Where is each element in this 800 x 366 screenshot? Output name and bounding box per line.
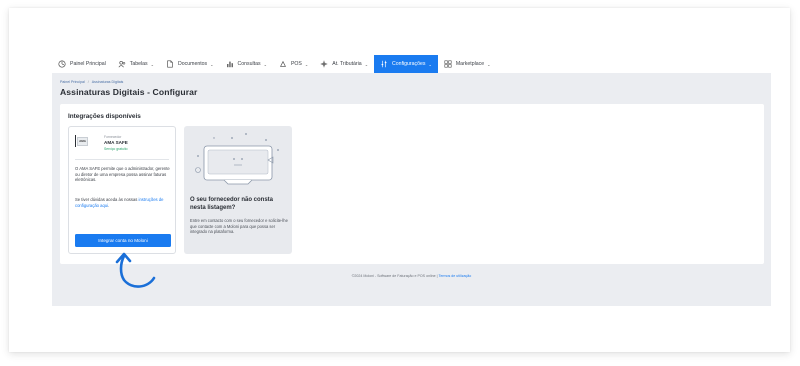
users-icon (118, 60, 126, 68)
chevron-down-icon: ⌄ (263, 61, 267, 67)
nav-item-marketplace[interactable]: Marketplace ⌄ (438, 55, 497, 73)
tax-authority-icon (320, 60, 328, 68)
grid-icon (444, 60, 452, 68)
chevron-down-icon: ⌄ (487, 61, 491, 67)
breadcrumb-home-link[interactable]: Painel Principal (60, 80, 85, 84)
top-navigation: Painel Principal Tabelas ⌄ Documentos ⌄ … (52, 55, 771, 73)
bar-chart-icon (226, 60, 234, 68)
provider-logo: AMA (75, 135, 89, 147)
missing-provider-text: Entre em contacto com o seu fornecedor e… (190, 218, 288, 235)
chevron-down-icon: ⌄ (150, 61, 155, 67)
help-suffix: . (108, 202, 110, 208)
breadcrumb-separator: / (87, 80, 89, 84)
divider (75, 159, 169, 160)
provider-card: AMA Fornecedor AMA SAFE Serviço gratuito… (68, 126, 176, 254)
provider-status: Serviço gratuito (104, 147, 128, 151)
nav-item-label: Consultas (237, 61, 261, 67)
pos-icon (279, 60, 287, 68)
nav-item-label: Tabelas (129, 61, 148, 67)
provider-name: AMA SAFE (104, 140, 128, 145)
nav-item-consultas[interactable]: Consultas ⌄ (220, 55, 273, 73)
panel-title: Integrações disponíveis (68, 113, 141, 120)
missing-provider-card: O seu fornecedor não consta nesta listag… (184, 126, 292, 254)
nav-item-label: Marketplace (455, 61, 485, 67)
dashboard-icon (58, 60, 66, 68)
logo-text: AMA (79, 139, 86, 143)
ama-logo-icon: AMA (77, 136, 88, 146)
terms-of-use-link[interactable]: Termos de utilização (439, 274, 472, 278)
provider-label: Fornecedor (104, 135, 122, 139)
settings-sliders-icon (380, 60, 388, 68)
document-icon (166, 60, 174, 68)
nav-item-configuracoes[interactable]: Configurações ⌄ (374, 55, 438, 73)
chevron-down-icon: ⌄ (210, 61, 214, 67)
page-title: Assinaturas Digitais - Configurar (60, 87, 198, 97)
nav-item-label: Documentos (178, 61, 208, 67)
breadcrumb-current[interactable]: Assinaturas Digitais (92, 80, 124, 84)
provider-description: O AMA SAFE permite que o administrador, … (75, 166, 170, 183)
provider-help: Se tiver dúvidas aceda às nossas instruç… (75, 197, 171, 208)
nav-item-at-tributaria[interactable]: At. Tributária ⌄ (314, 55, 374, 73)
chevron-down-icon: ⌄ (428, 61, 432, 67)
curved-arrow-annotation-icon (115, 252, 156, 288)
integrate-account-button[interactable]: Integrar conta no Moloni (75, 234, 171, 247)
help-text: Se tiver dúvidas aceda às nossas (75, 197, 139, 202)
nav-item-label: At. Tributária (332, 61, 362, 67)
chevron-down-icon: ⌄ (304, 61, 309, 67)
nav-item-tabelas[interactable]: Tabelas ⌄ (112, 55, 160, 73)
nav-item-label: POS (290, 61, 302, 67)
footer-copyright: ©2024 Moloni - Software de Faturação e P… (351, 274, 436, 278)
nav-item-pos[interactable]: POS ⌄ (273, 55, 314, 73)
nav-item-label: Painel Principal (70, 61, 106, 67)
nav-item-label: Configurações (392, 61, 426, 67)
nav-item-painel-principal[interactable]: Painel Principal (52, 55, 112, 73)
nav-item-documentos[interactable]: Documentos ⌄ (160, 55, 219, 73)
missing-provider-title: O seu fornecedor não consta nesta listag… (190, 197, 274, 211)
footer-separator: | (436, 274, 438, 278)
breadcrumb: Painel Principal / Assinaturas Digitais (60, 80, 123, 84)
integrations-panel: Integrações disponíveis AMA Fornecedor A… (60, 104, 764, 264)
monitor-illustration-icon (195, 133, 279, 185)
chevron-down-icon: ⌄ (364, 61, 369, 67)
